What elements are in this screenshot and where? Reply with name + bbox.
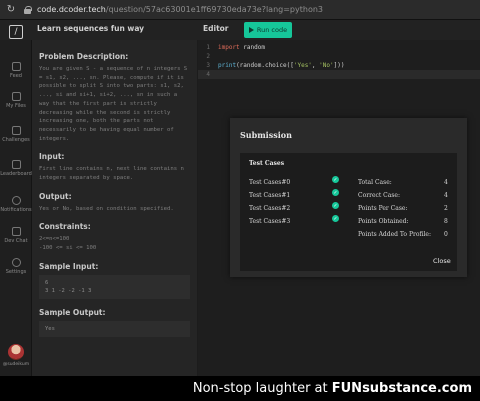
editor-label: Editor [203, 24, 229, 33]
stat-label: Points Obtained: [358, 218, 409, 225]
check-icon: ✓ [332, 202, 339, 209]
code-text: , [311, 62, 320, 69]
close-button[interactable]: Close [433, 257, 451, 265]
test-case-label: Test Cases#1 [249, 192, 291, 199]
line-number: 3 [206, 62, 210, 69]
sidebar-item-label: Settings [5, 269, 27, 275]
sidebar-item-dev-chat[interactable]: Dev Chat [0, 227, 32, 244]
lock-icon [24, 5, 32, 14]
description-text: You are given S - a sequence of n intege… [39, 66, 188, 142]
gear-icon [11, 258, 21, 267]
sidebar-item-leaderboard[interactable]: Leaderboard [0, 160, 32, 177]
username: @sudeikum [2, 362, 30, 367]
stat-value: 4 [444, 179, 448, 186]
problem-panel: Problem Description: You are given S - a… [32, 40, 197, 401]
sidebar-item-feed[interactable]: Feed [0, 62, 32, 79]
sidebar-item-challenges[interactable]: Challenges [0, 126, 32, 143]
sidebar-item-label: Dev Chat [4, 238, 28, 244]
sidebar-item-label: Feed [10, 73, 22, 79]
stat-label: Correct Case: [358, 192, 400, 199]
output-text: Yes or No, based on condition specified. [39, 205, 174, 212]
constraints-line: 2<=n<=100 [39, 236, 70, 243]
sample-input-line: 3 1 -2 -2 -1 3 [45, 287, 92, 294]
sidebar-item-settings[interactable]: Settings [0, 258, 32, 275]
files-icon [11, 92, 21, 101]
sample-output-heading: Sample Output: [39, 307, 106, 317]
code-keyword: import [218, 44, 240, 51]
test-case-label: Test Cases#3 [249, 218, 291, 225]
address-bar[interactable]: code.dcoder.tech /question/57ac63001e1ff… [24, 3, 450, 17]
sidebar-item-label: Challenges [2, 137, 30, 143]
sample-input-heading: Sample Input: [39, 261, 99, 271]
constraints-line: -100 <= si <= 100 [39, 245, 97, 252]
sidebar-item-my-files[interactable]: My Files [0, 92, 32, 109]
problem-title: Learn sequences fun way [37, 24, 145, 33]
leaderboard-icon [11, 160, 21, 169]
constraints-heading: Constraints: [39, 222, 91, 232]
run-code-button[interactable]: Run code [244, 22, 292, 38]
input-text: First line contains n, next line contain… [39, 166, 184, 182]
url-path: /question/57ac63001e1ff69730eda73e?lang=… [105, 5, 323, 14]
stat-value: 8 [444, 218, 448, 225]
watermark-bar: Non-stop laughter at FUNsubstance.com [0, 376, 480, 401]
code-function: print [218, 62, 237, 69]
stat-value: 2 [444, 205, 448, 212]
sample-input-box: 6 3 1 -2 -2 -1 3 [39, 274, 190, 299]
sidebar-item-label: Leaderboard [0, 171, 32, 177]
stat-label: Points Added To Profile: [358, 231, 431, 238]
avatar[interactable] [8, 344, 24, 360]
trophy-icon [11, 126, 21, 135]
bell-icon [11, 196, 21, 205]
output-heading: Output: [39, 191, 72, 201]
sidebar-item-notifications[interactable]: Notifications [0, 196, 32, 213]
sidebar-item-label: Notifications [0, 207, 32, 213]
code-line[interactable]: 1 import random [198, 43, 480, 52]
modal-title: Submission [240, 130, 292, 140]
code-text: (random.choice([ [236, 62, 294, 69]
test-cases-heading: Test Cases [249, 160, 285, 167]
code-string: 'Yes' [293, 62, 312, 69]
sample-output-box: Yes [39, 320, 190, 337]
code-line[interactable]: 3 print (random.choice([ 'Yes' , 'No' ])… [198, 61, 480, 70]
test-case-label: Test Cases#2 [249, 205, 291, 212]
line-number: 4 [206, 71, 210, 78]
submission-modal: Submission Test Cases Test Cases#0 Test … [230, 118, 467, 277]
sample-input-line: 6 [45, 279, 49, 286]
check-icon: ✓ [332, 176, 339, 183]
test-case-label: Test Cases#0 [249, 179, 291, 186]
code-line[interactable]: 2 [198, 52, 480, 61]
feed-icon [11, 62, 21, 71]
code-text: random [239, 44, 265, 51]
check-icon: ✓ [332, 215, 339, 222]
input-heading: Input: [39, 152, 65, 162]
refresh-icon[interactable]: ↻ [4, 3, 18, 17]
results-panel: Test Cases Test Cases#0 Test Cases#1 Tes… [240, 153, 457, 271]
code-line-active[interactable]: 4 [198, 70, 480, 79]
url-host: code.dcoder.tech [37, 5, 106, 14]
code-text: ])) [333, 62, 345, 69]
stat-label: Total Case: [358, 179, 392, 186]
watermark-brand: FUNsubstance.com [331, 381, 472, 396]
browser-bar: ↻ code.dcoder.tech /question/57ac63001e1… [0, 0, 480, 20]
line-number: 2 [206, 53, 210, 60]
run-code-label: Run code [256, 26, 288, 34]
check-icon: ✓ [332, 189, 339, 196]
sidebar-item-label: My Files [6, 103, 26, 109]
line-number: 1 [206, 44, 210, 51]
play-icon [248, 27, 254, 33]
stat-value: 4 [444, 192, 448, 199]
watermark-text: Non-stop laughter at [192, 381, 332, 396]
code-string: 'No' [319, 62, 334, 69]
chat-icon [11, 227, 21, 236]
sample-output-text: Yes [45, 325, 55, 332]
description-heading: Problem Description: [39, 52, 129, 61]
stat-label: Points Per Case: [358, 205, 408, 212]
stat-value: 0 [444, 231, 448, 238]
dcoder-logo[interactable]: / [9, 25, 23, 39]
